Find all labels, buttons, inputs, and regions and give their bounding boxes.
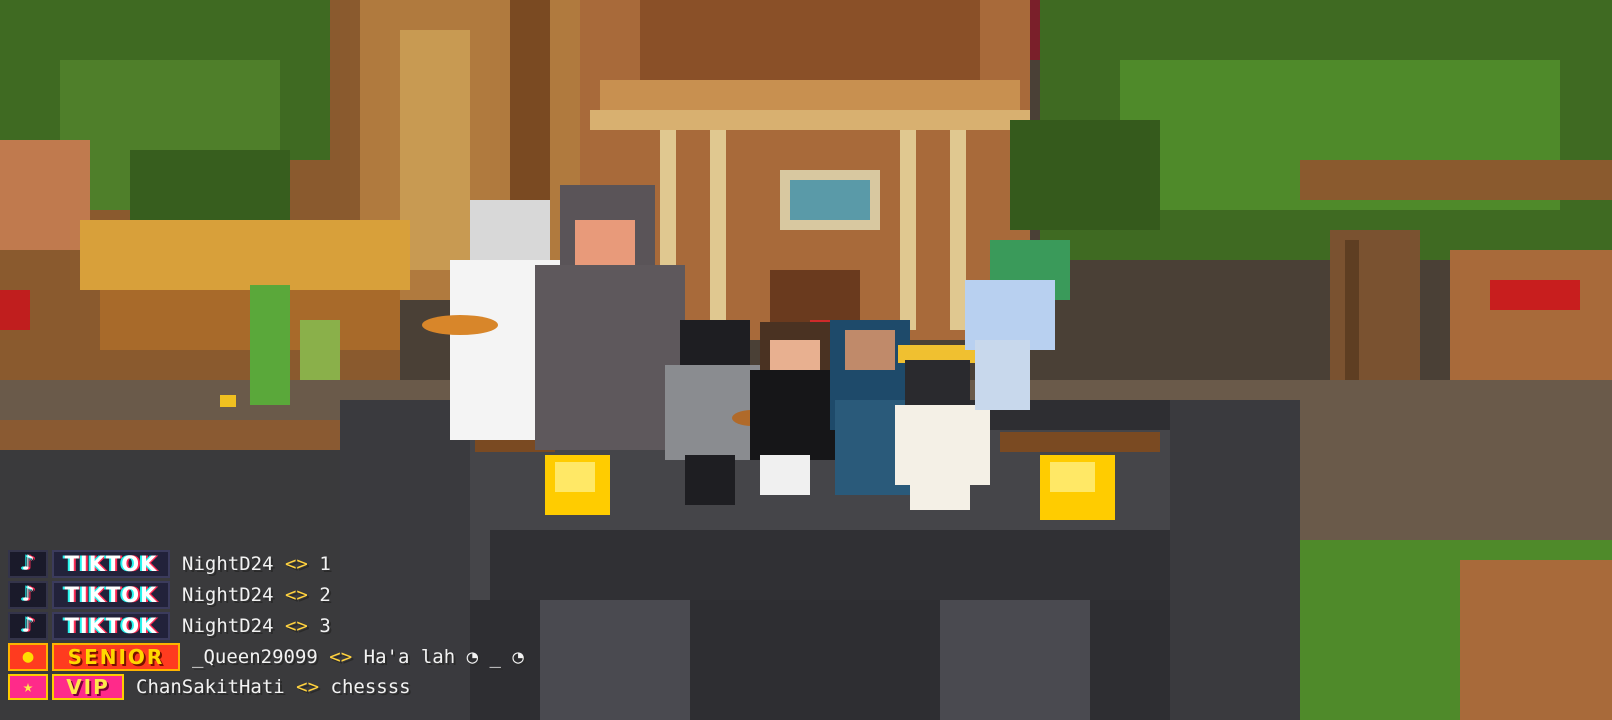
rank-badge-group: ● SENIOR xyxy=(8,642,180,671)
player-blue-body xyxy=(975,340,1030,410)
temple-pillar-2 xyxy=(710,130,726,330)
tiktok-note-icon: ♪ xyxy=(8,580,48,609)
stage-right-pillar xyxy=(1170,400,1300,720)
player-name: NightD24 xyxy=(182,552,274,575)
left-foliage-3 xyxy=(130,150,290,220)
chat-message: ChanSakitHati <> chessss xyxy=(136,676,411,698)
rank-badge-group: ♪ TIKTOK xyxy=(8,549,170,578)
right-branch xyxy=(1300,160,1612,200)
chat-message: NightD24 <> 1 xyxy=(182,553,331,575)
temple-sign-art xyxy=(790,180,870,220)
rank-badge-tiktok: TIKTOK xyxy=(52,611,170,640)
yellow-flower xyxy=(220,395,236,407)
chat-overlay: ♪ TIKTOK NightD24 <> 1 ♪ TIKTOK NightD24… xyxy=(8,548,648,701)
player-black-body xyxy=(750,370,840,460)
rank-badge-vip: VIP xyxy=(52,673,124,700)
chat-message: NightD24 <> 3 xyxy=(182,615,331,637)
chat-line: ♪ TIKTOK NightD24 <> 3 xyxy=(8,610,648,641)
rank-badge-tiktok: TIKTOK xyxy=(52,580,170,609)
left-brick xyxy=(0,140,90,250)
tiktok-note-icon: ♪ xyxy=(8,611,48,640)
temple-pillar-3 xyxy=(900,130,916,330)
player-name: NightD24 xyxy=(182,583,274,606)
bamboo-plant xyxy=(250,285,290,405)
wood-floor-right xyxy=(1460,560,1612,720)
chat-message: _Queen29099 <> Ha'a lah ◔ _ ◔ xyxy=(192,646,524,668)
rank-badge-group: ♪ TIKTOK xyxy=(8,580,170,609)
rank-badge-group: ♪ TIKTOK xyxy=(8,611,170,640)
chat-separator: <> xyxy=(296,675,320,698)
right-red-awning xyxy=(1490,280,1580,310)
player-teal-face xyxy=(845,330,895,370)
chat-separator: <> xyxy=(284,583,308,606)
temple-pillar-4 xyxy=(950,130,966,330)
star-icon: ★ xyxy=(8,673,48,700)
held-item-left xyxy=(422,315,498,335)
chat-text: 1 xyxy=(319,552,331,575)
tiktok-note-icon: ♪ xyxy=(8,549,48,578)
temple-upper xyxy=(640,0,980,90)
rank-badge-senior: SENIOR xyxy=(52,642,180,671)
left-awning xyxy=(80,220,410,290)
chat-separator: <> xyxy=(284,552,308,575)
player-armor-face xyxy=(575,220,635,265)
chat-text: 2 xyxy=(319,583,331,606)
player-name: _Queen29099 xyxy=(192,645,318,668)
chat-message: NightD24 <> 2 xyxy=(182,584,331,606)
chat-separator: <> xyxy=(284,614,308,637)
flower-plant xyxy=(300,320,340,380)
player-blue-head xyxy=(965,280,1055,350)
player-crowned-legs xyxy=(910,480,970,510)
player-black-face xyxy=(770,340,820,372)
gold-block-left-shine xyxy=(555,462,595,492)
chat-line: ♪ TIKTOK NightD24 <> 2 xyxy=(8,579,648,610)
chat-text: 3 xyxy=(319,614,331,637)
player-black-legs xyxy=(760,455,810,495)
player-crowned-head xyxy=(905,360,970,410)
chat-text: Ha'a lah ◔ _ ◔ xyxy=(363,645,524,668)
chat-text: chessss xyxy=(330,675,411,698)
player-name: ChanSakitHati xyxy=(136,675,285,698)
temple-beam-2 xyxy=(590,110,1030,130)
left-red-block xyxy=(0,290,30,330)
player-crowned-body xyxy=(895,405,990,485)
chat-line: ● SENIOR _Queen29099 <> Ha'a lah ◔ _ ◔ xyxy=(8,641,648,672)
left-tower-pillar xyxy=(400,30,470,270)
player-name: NightD24 xyxy=(182,614,274,637)
stage-leg-right xyxy=(940,600,1090,720)
chat-separator: <> xyxy=(329,645,353,668)
player-grey-legs xyxy=(685,455,735,505)
player-armor-body xyxy=(535,265,685,450)
gold-coin-icon: ● xyxy=(8,642,48,671)
left-rail xyxy=(0,420,340,450)
chat-line: ♪ TIKTOK NightD24 <> 1 xyxy=(8,548,648,579)
stage-rail-right xyxy=(1000,432,1160,452)
rank-badge-tiktok: TIKTOK xyxy=(52,549,170,578)
gold-block-right-shine xyxy=(1050,462,1095,492)
rank-badge-group: ★ VIP xyxy=(8,673,124,700)
right-building xyxy=(1450,250,1612,390)
temple-beam xyxy=(600,80,1020,110)
right-foliage-3 xyxy=(1010,120,1160,230)
chat-line: ★ VIP ChanSakitHati <> chessss xyxy=(8,672,648,701)
